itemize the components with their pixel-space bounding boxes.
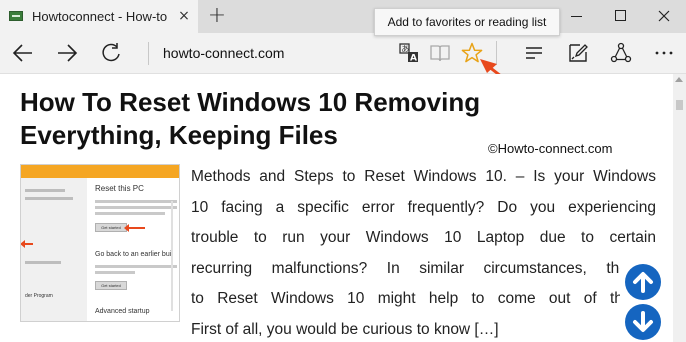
thumbnail-text-line [95,271,135,274]
thumbnail-arrow-icon [21,240,33,248]
page-scrollbar[interactable] [673,74,686,342]
thumbnail-side-line [25,197,73,200]
share-icon [610,42,632,63]
forward-button[interactable] [52,33,82,73]
refresh-icon [102,43,120,62]
thumbnail-get-started-button: Get started [95,223,127,232]
web-note-button[interactable] [564,33,592,73]
address-bar[interactable]: howto-connect.com [163,43,363,63]
excerpt-line: recurring malfunctions? In similar circu… [191,259,656,277]
tab-close-button[interactable]: × [176,8,192,24]
address-separator [148,42,149,65]
arrow-down-circle-icon [633,311,653,332]
web-note-icon [569,44,588,62]
back-button[interactable] [8,33,38,73]
close-window-button[interactable] [644,0,684,32]
thumbnail-text-line [95,200,177,203]
more-icon [655,51,673,55]
headline-line-1: How To Reset Windows 10 Removing [20,87,481,117]
title-bar: Howtoconnect - How-to × + [0,0,686,33]
excerpt-line: 10 facing a specific error frequently? D… [191,198,656,216]
excerpt-line: Methods and Steps to Reset Windows 10. –… [191,168,656,185]
thumbnail-text-line [95,212,165,215]
scroll-down-button[interactable] [625,304,661,340]
excerpt-line[interactable]: First of all, you would be curious to kn… [191,315,656,342]
thumbnail-scrollbar [171,201,173,311]
back-icon [12,44,32,62]
thumbnail-side-line [25,189,65,192]
thumbnail-heading: Reset this PC [95,184,144,193]
svg-text:A: A [410,54,417,64]
thumbnail-text-line [95,265,177,268]
arrow-up-circle-icon [633,272,653,293]
scrollbar-thumb[interactable] [676,100,683,110]
close-icon [658,10,670,22]
translate-button[interactable]: あ A [396,33,422,73]
web-page-content: How To Reset Windows 10 Removing Everyth… [0,74,686,342]
excerpt-line: trouble to run your Windows 10 Laptop du… [191,229,656,246]
refresh-button[interactable] [96,33,126,73]
navigation-toolbar: howto-connect.com あ A [0,33,686,74]
scroll-up-button[interactable] [625,264,661,300]
article-excerpt: Methods and Steps to Reset Windows 10. –… [191,162,656,342]
maximize-button[interactable] [600,0,640,32]
share-button[interactable] [607,33,635,73]
thumbnail-side-line [25,261,61,264]
thumbnail-footer: Advanced startup [95,308,150,315]
new-tab-button[interactable]: + [206,4,228,28]
thumbnail-side-label: der Program [25,293,53,299]
thumbnail-arrow-icon [124,224,145,232]
more-button[interactable] [650,33,678,73]
minimize-button[interactable] [556,0,596,32]
thumbnail-subheading: Go back to an earlier bui [95,251,172,258]
site-favicon-icon [9,11,23,21]
scroll-buttons [620,260,666,342]
excerpt-line: to Reset Windows 10 might help to come o… [191,290,656,307]
forward-icon [58,44,78,62]
thumbnail-get-started-button-2: Get started [95,281,127,290]
tab-title: Howtoconnect - How-to [32,9,168,24]
article-thumbnail[interactable]: Reset this PC Get started Go back to an … [20,164,180,322]
browser-tab[interactable]: Howtoconnect - How-to × [0,0,198,33]
favorites-tooltip: Add to favorites or reading list [374,8,560,36]
thumbnail-text-line [95,206,177,209]
reading-view-icon [430,45,450,62]
watermark-text: ©Howto-connect.com [488,141,613,156]
translate-icon: あ A [399,43,418,64]
reading-view-button[interactable] [427,33,453,73]
thumbnail-header-bar [21,165,179,178]
scroll-up-arrow-icon[interactable] [675,77,683,82]
